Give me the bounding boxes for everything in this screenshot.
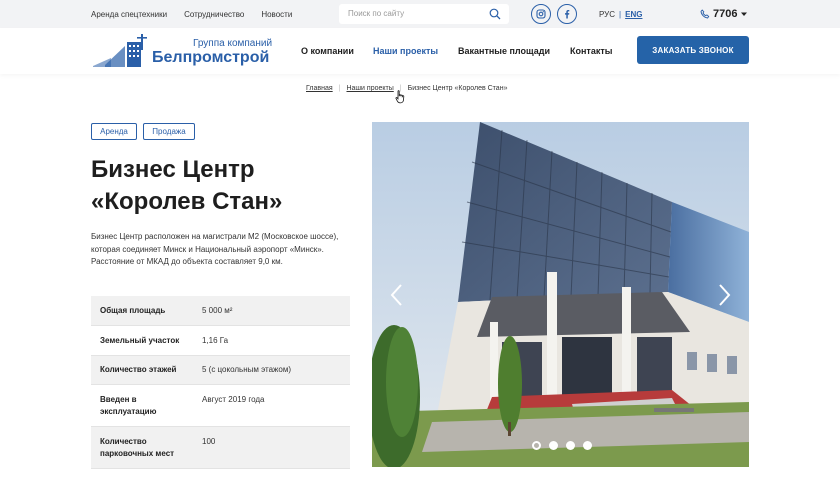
spec-row: Количество этажей 5 (с цокольным этажом) <box>91 356 350 385</box>
building-photo <box>372 122 749 467</box>
chevron-right-icon[interactable] <box>718 283 732 307</box>
instagram-icon[interactable] <box>531 4 551 24</box>
breadcrumb-home[interactable]: Главная <box>306 85 333 92</box>
chevron-left-icon[interactable] <box>389 283 403 307</box>
order-call-button[interactable]: ЗАКАЗАТЬ ЗВОНОК <box>637 36 749 64</box>
top-link-cooperation[interactable]: Сотрудничество <box>184 10 244 19</box>
facebook-icon[interactable] <box>557 4 577 24</box>
slider-dot[interactable] <box>566 441 575 450</box>
hand-cursor-icon <box>395 90 405 104</box>
lang-ru[interactable]: РУС <box>599 10 615 19</box>
lang-separator: | <box>619 10 622 19</box>
tag-rent[interactable]: Аренда <box>91 123 137 140</box>
title-line-1: Бизнес Центр <box>91 156 255 183</box>
phone-dropdown[interactable]: 7706 <box>700 8 751 20</box>
spec-value: 5 (с цокольным этажом) <box>202 365 291 374</box>
tag-sale[interactable]: Продажа <box>143 123 195 140</box>
slider-dot[interactable] <box>583 441 592 450</box>
spec-label: Общая площадь <box>100 306 166 315</box>
nav-vacant-spaces[interactable]: Вакантные площади <box>458 46 550 56</box>
spec-row: Количество парковочных мест 100 <box>91 427 350 469</box>
spec-value: Август 2019 года <box>202 395 265 404</box>
top-link-equipment-rental[interactable]: Аренда спецтехники <box>91 10 167 19</box>
slider-dot-active[interactable] <box>532 441 541 450</box>
spec-label: Введен в эксплуатацию <box>100 395 157 416</box>
spec-value: 1,16 Га <box>202 336 229 345</box>
breadcrumb-projects[interactable]: Наши проекты <box>346 85 393 92</box>
search-icon[interactable] <box>489 8 501 20</box>
spec-label: Количество этажей <box>100 365 177 374</box>
spec-row: Общая площадь 5 000 м² <box>91 296 350 326</box>
nav-projects[interactable]: Наши проекты <box>373 46 438 56</box>
top-bar: Аренда спецтехники Сотрудничество Новост… <box>0 0 840 28</box>
spec-row: Введен в эксплуатацию Август 2019 года <box>91 385 350 427</box>
page-title: Бизнес Центр «Королев Стан» <box>91 154 282 218</box>
slider-dots <box>532 441 592 450</box>
specs-table: Общая площадь 5 000 м² Земельный участок… <box>91 296 350 469</box>
spec-value: 5 000 м² <box>202 306 233 315</box>
breadcrumb-separator: | <box>338 85 341 92</box>
search-input[interactable] <box>348 9 488 18</box>
phone-number: 7706 <box>713 8 738 20</box>
lang-en[interactable]: ENG <box>625 10 642 19</box>
nav-contacts[interactable]: Контакты <box>570 46 612 56</box>
photo-gallery[interactable] <box>372 122 749 467</box>
language-switcher: РУС | ENG <box>599 10 642 19</box>
top-link-news[interactable]: Новости <box>261 10 292 19</box>
nav-about[interactable]: О компании <box>301 46 354 56</box>
project-description: Бизнес Центр расположен на магистрали М2… <box>91 232 339 266</box>
title-line-2: «Королев Стан» <box>91 188 283 215</box>
spec-label: Количество парковочных мест <box>100 437 175 458</box>
search-box <box>339 4 509 24</box>
logo-title[interactable]: Белпромстрой <box>152 49 269 67</box>
breadcrumb-current: Бизнес Центр «Королев Стан» <box>407 85 508 92</box>
top-links: Аренда спецтехники Сотрудничество Новост… <box>91 10 309 19</box>
phone-icon <box>700 9 710 19</box>
caret-down-icon <box>741 12 748 16</box>
slider-dot[interactable] <box>549 441 558 450</box>
spec-value: 100 <box>202 437 216 446</box>
spec-label: Земельный участок <box>100 336 180 345</box>
logo-subtitle: Группа компаний <box>193 38 273 49</box>
spec-row: Земельный участок 1,16 Га <box>91 326 350 356</box>
